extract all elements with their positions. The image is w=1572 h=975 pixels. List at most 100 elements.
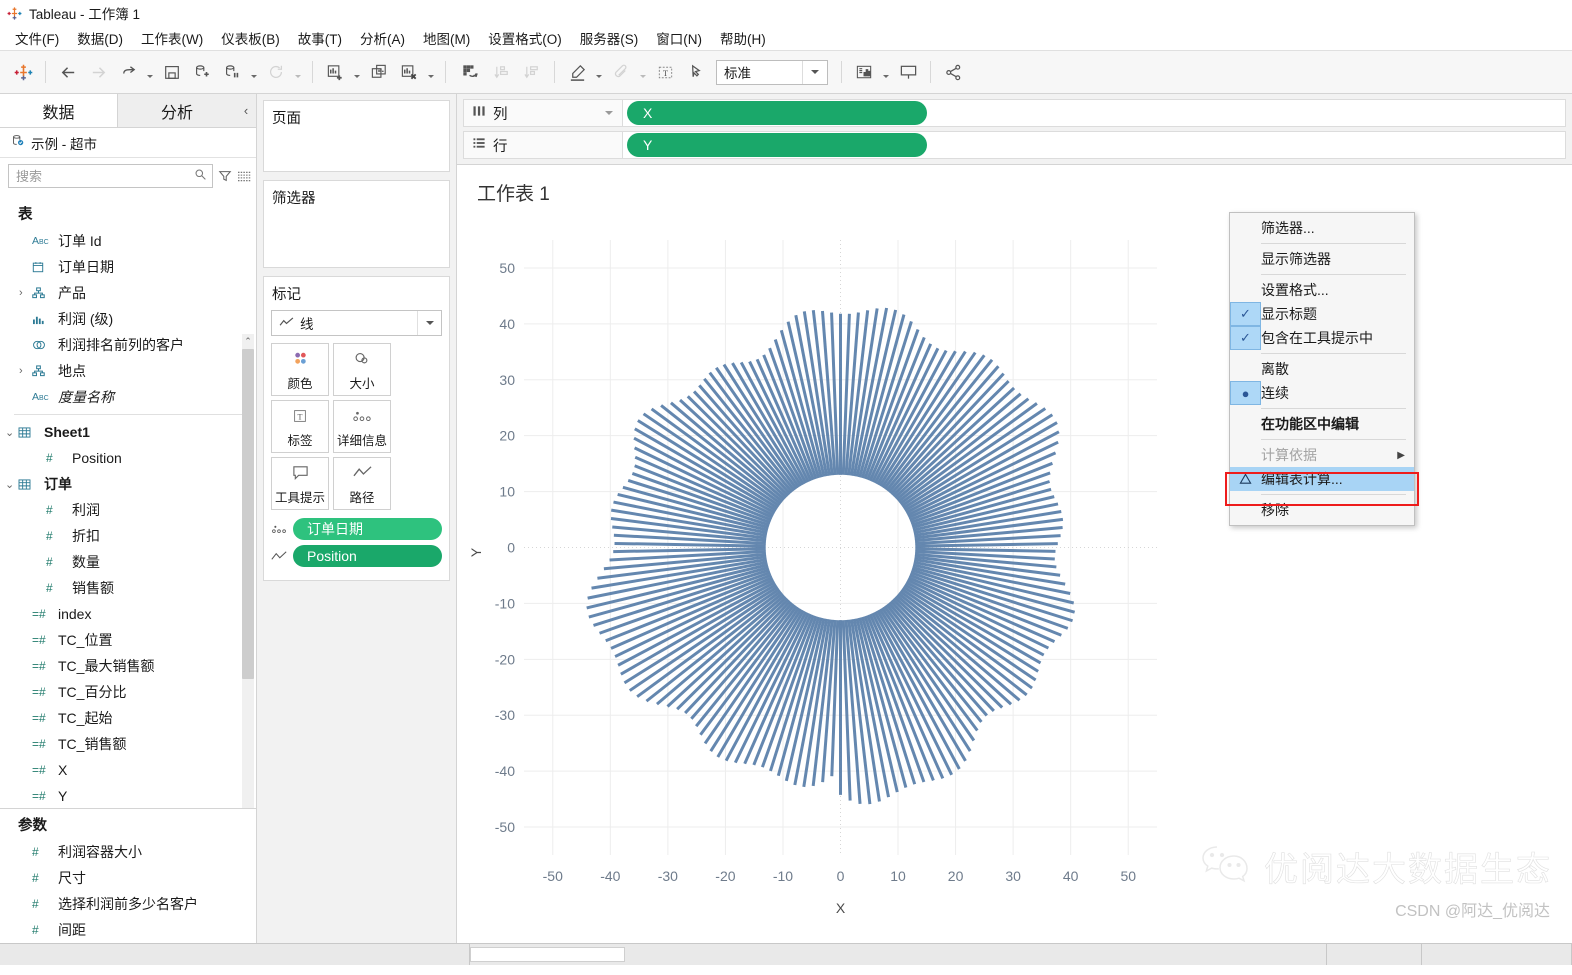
refresh-icon[interactable] [261, 57, 291, 87]
field-tc-percent[interactable]: =# TC_百分比 [0, 679, 256, 705]
search-field[interactable] [14, 167, 194, 185]
mark-type-chevron-down-icon[interactable] [417, 311, 441, 335]
context-menu-item-compute-using[interactable]: 计算依据 ▶ [1230, 443, 1414, 467]
field-list[interactable]: 表 Abc 订单 Id 订单日期 › 产品 利润 (级) 利润排名前列的客户 ›… [0, 194, 256, 808]
filters-card[interactable]: 筛选器 [263, 180, 450, 268]
new-worksheet-icon[interactable] [320, 57, 350, 87]
rows-shelf-label[interactable]: 行 [463, 131, 623, 159]
rows-pill-y[interactable]: Y [627, 133, 927, 157]
menu-item-window[interactable]: 窗口(N) [647, 26, 711, 50]
marks-detail-button[interactable]: 详细信息 [333, 400, 391, 453]
search-input[interactable] [8, 164, 213, 188]
menu-item-server[interactable]: 服务器(S) [571, 26, 648, 50]
highlight-dropdown-icon[interactable] [592, 57, 606, 87]
menu-item-file[interactable]: 文件(F) [6, 26, 68, 50]
tab-analytics[interactable]: 分析 [118, 94, 236, 127]
field-profit[interactable]: # 利润 [0, 497, 256, 523]
tab-data[interactable]: 数据 [0, 94, 118, 127]
forward-icon[interactable] [83, 57, 113, 87]
columns-pill-x[interactable]: X [627, 101, 927, 125]
back-icon[interactable] [53, 57, 83, 87]
marks-pill-position[interactable]: Position [293, 545, 442, 567]
horizontal-scrollbar-track[interactable] [470, 944, 1232, 965]
show-me-icon[interactable] [849, 57, 879, 87]
swap-rows-columns-icon[interactable] [453, 57, 487, 87]
context-menu-item-discrete[interactable]: 离散 [1230, 357, 1414, 381]
field-product[interactable]: › 产品 [0, 280, 256, 306]
field-tc-start[interactable]: =# TC_起始 [0, 705, 256, 731]
columns-shelf-label[interactable]: 列 [463, 99, 623, 127]
field-position[interactable]: # Position [0, 445, 256, 471]
marks-path-button[interactable]: 路径 [333, 457, 391, 510]
param-profit-bin-size[interactable]: # 利润容器大小 [0, 839, 256, 865]
field-sales[interactable]: # 销售额 [0, 575, 256, 601]
search-icon[interactable] [194, 168, 207, 184]
columns-shelf-chevron-down-icon[interactable] [605, 111, 613, 115]
context-menu-item-edit-in-shelf[interactable]: 在功能区中编辑 [1230, 412, 1414, 436]
field-order-id[interactable]: Abc 订单 Id [0, 228, 256, 254]
share-icon[interactable] [938, 57, 968, 87]
menu-item-story[interactable]: 故事(T) [289, 26, 351, 50]
columns-shelf-drop[interactable]: X [623, 99, 1566, 127]
context-menu-item-remove[interactable]: 移除 [1230, 498, 1414, 522]
clear-sheet-icon[interactable] [394, 57, 424, 87]
param-spacing[interactable]: # 间距 [0, 917, 256, 943]
data-source-row[interactable]: 示例 - 超市 [0, 128, 256, 158]
field-measure-names[interactable]: Abc 度量名称 [0, 384, 256, 410]
context-menu-item-include-in-tooltip[interactable]: ✓ 包含在工具提示中 [1230, 326, 1414, 350]
refresh-dropdown-icon[interactable] [291, 57, 305, 87]
mark-type-selector[interactable]: 线 [271, 310, 442, 336]
presentation-mode-icon[interactable] [893, 57, 923, 87]
field-order-date[interactable]: 订单日期 [0, 254, 256, 280]
context-menu-item-continuous[interactable]: ● 连续 [1230, 381, 1414, 405]
highlight-icon[interactable] [562, 57, 592, 87]
scroll-up-icon[interactable]: ⌃ [242, 334, 254, 348]
field-index[interactable]: =# index [0, 601, 256, 627]
menu-item-map[interactable]: 地图(M) [414, 26, 479, 50]
param-size[interactable]: # 尺寸 [0, 865, 256, 891]
marks-size-button[interactable]: 大小 [333, 343, 391, 396]
menu-item-dashboard[interactable]: 仪表板(B) [212, 26, 289, 50]
field-discount[interactable]: # 折扣 [0, 523, 256, 549]
tableau-home-icon[interactable] [8, 57, 38, 87]
expander-icon[interactable]: › [19, 287, 32, 299]
undo-redo-icon[interactable] [113, 57, 143, 87]
pause-dropdown-icon[interactable] [247, 57, 261, 87]
clear-dropdown-icon[interactable] [424, 57, 438, 87]
attachment-dropdown-icon[interactable] [636, 57, 650, 87]
context-menu[interactable]: 筛选器... 显示筛选器 设置格式... ✓ 显示标题 ✓ 包含在工具提示中 离… [1229, 212, 1415, 526]
menu-item-data[interactable]: 数据(D) [68, 26, 132, 50]
marks-pill-order-date[interactable]: 订单日期 [293, 518, 442, 540]
field-profit-bin[interactable]: 利润 (级) [0, 306, 256, 332]
pause-data-source-icon[interactable] [217, 57, 247, 87]
context-menu-item-filter[interactable]: 筛选器... [1230, 216, 1414, 240]
rows-shelf-drop[interactable]: Y [623, 131, 1566, 159]
context-menu-item-show-filter[interactable]: 显示筛选器 [1230, 247, 1414, 271]
field-table-sheet1[interactable]: ⌄ Sheet1 [0, 419, 256, 445]
expander-icon[interactable]: ⌄ [5, 426, 18, 439]
field-y[interactable]: =# Y [0, 783, 256, 808]
fix-axis-icon[interactable] [680, 57, 710, 87]
show-me-dropdown-icon[interactable] [879, 57, 893, 87]
filter-icon[interactable] [218, 165, 232, 187]
sort-descending-icon[interactable] [517, 57, 547, 87]
fit-selector-chevron-down-icon[interactable] [802, 60, 827, 84]
field-location[interactable]: › 地点 [0, 358, 256, 384]
new-worksheet-dropdown-icon[interactable] [350, 57, 364, 87]
field-list-scrollbar-thumb[interactable] [242, 349, 254, 679]
field-tc-sales[interactable]: =# TC_销售额 [0, 731, 256, 757]
param-top-n-customers[interactable]: # 选择利润前多少名客户 [0, 891, 256, 917]
field-tc-position[interactable]: =# TC_位置 [0, 627, 256, 653]
menu-item-worksheet[interactable]: 工作表(W) [132, 26, 212, 50]
expander-icon[interactable]: ⌄ [5, 478, 18, 491]
context-menu-item-edit-table-calculation[interactable]: 编辑表计算... [1230, 467, 1414, 491]
field-x[interactable]: =# X [0, 757, 256, 783]
context-menu-item-format[interactable]: 设置格式... [1230, 278, 1414, 302]
field-tc-max-sales[interactable]: =# TC_最大销售额 [0, 653, 256, 679]
marks-color-button[interactable]: 颜色 [271, 343, 329, 396]
pages-card[interactable]: 页面 [263, 100, 450, 172]
new-data-source-icon[interactable] [187, 57, 217, 87]
sort-ascending-icon[interactable] [487, 57, 517, 87]
marks-label-button[interactable]: T 标签 [271, 400, 329, 453]
expander-icon[interactable]: › [19, 365, 32, 377]
